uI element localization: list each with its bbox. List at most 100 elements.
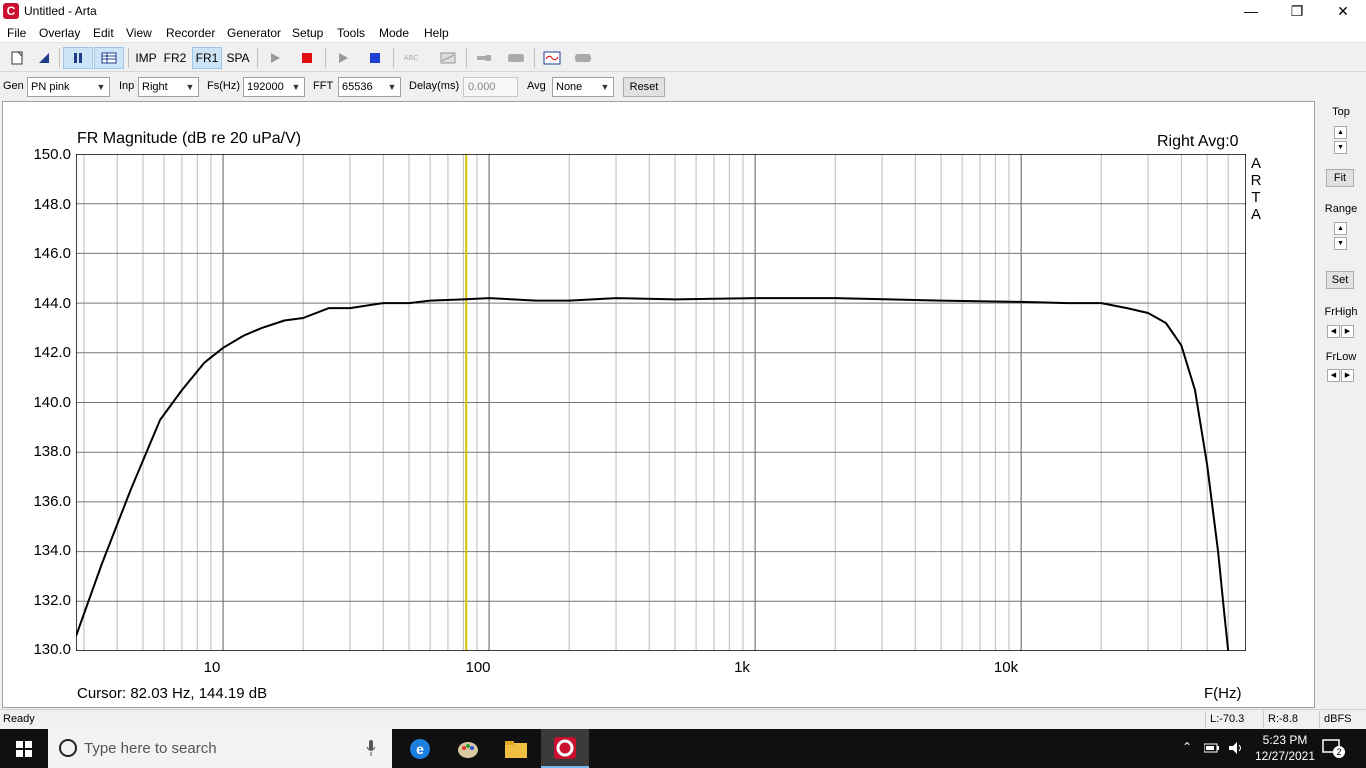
y-tick-label: 130.0 (33, 641, 71, 658)
spa-mode-button[interactable]: SPA (223, 47, 253, 69)
y-tick-label: 146.0 (33, 245, 71, 262)
arta-taskbar-icon[interactable] (541, 729, 589, 768)
title-bar: C Untitled - Arta — ❐ ✕ (0, 0, 1366, 23)
battery-icon[interactable] (1204, 742, 1220, 754)
device-icon[interactable] (504, 47, 528, 69)
clock-time: 5:23 PM (1262, 733, 1308, 747)
range-down-icon[interactable]: ▼ (1334, 237, 1347, 250)
range-label: Range (1324, 203, 1358, 215)
fr2-mode-button[interactable]: FR2 (161, 47, 189, 69)
probe-icon[interactable] (472, 47, 496, 69)
menu-generator[interactable]: Generator (227, 26, 281, 40)
menu-file[interactable]: File (7, 26, 26, 40)
menu-view[interactable]: View (126, 26, 152, 40)
frlow-label: FrLow (1325, 351, 1357, 363)
show-hidden-icons-icon[interactable]: ⌃ (1182, 740, 1192, 754)
imp-mode-button[interactable]: IMP (132, 47, 160, 69)
stop-icon[interactable] (295, 47, 319, 69)
toolbar-separator (257, 48, 258, 68)
delay-field[interactable]: 0.000 (463, 77, 518, 97)
new-file-icon[interactable] (6, 47, 28, 69)
pause-icon[interactable] (63, 47, 93, 69)
averaging-select[interactable]: None ▼ (552, 77, 614, 97)
menu-mode[interactable]: Mode (379, 26, 409, 40)
frlow-left-icon[interactable]: ◀ (1327, 369, 1340, 382)
sample-rate-select[interactable]: 192000 ▼ (243, 77, 305, 97)
chevron-down-icon: ▼ (291, 82, 301, 92)
open-file-icon[interactable] (33, 47, 55, 69)
range-up-icon[interactable]: ▲ (1334, 222, 1347, 235)
y-tick-label: 148.0 (33, 196, 71, 213)
right-control-panel: Top ▲ ▼ Fit Range ▲ ▼ Set FrHigh ◀ ▶ FrL… (1318, 101, 1366, 708)
table-view-icon[interactable] (94, 47, 124, 69)
menu-tools[interactable]: Tools (337, 26, 365, 40)
top-label: Top (1332, 106, 1350, 118)
chevron-down-icon: ▼ (387, 82, 397, 92)
file-explorer-icon[interactable] (492, 729, 540, 768)
volume-icon[interactable] (1228, 740, 1244, 756)
avg-label: Avg (527, 80, 546, 92)
generator-select[interactable]: PN pink ▼ (27, 77, 110, 97)
minimize-button[interactable]: — (1228, 0, 1274, 23)
scope-icon[interactable] (540, 47, 564, 69)
arta-letter: T (1251, 189, 1261, 206)
fft-size-select[interactable]: 65536 ▼ (338, 77, 401, 97)
toolbar-separator (325, 48, 326, 68)
y-tick-label: 132.0 (33, 592, 71, 609)
toolbar-separator (59, 48, 60, 68)
set-button[interactable]: Set (1326, 271, 1354, 289)
frequency-response-plot-area[interactable]: FR Magnitude (dB re 20 uPa/V) Right Avg:… (2, 101, 1315, 708)
x-tick-label: 10k (993, 659, 1019, 676)
frhigh-left-icon[interactable]: ◀ (1327, 325, 1340, 338)
microphone-icon[interactable] (366, 740, 376, 756)
fr-magnitude-chart[interactable] (76, 154, 1246, 651)
settings-row: Gen PN pink ▼ Inp Right ▼ Fs(Hz) 192000 ▼ F… (0, 73, 1366, 100)
reset-button[interactable]: Reset (623, 77, 665, 97)
windows-start-icon[interactable] (0, 729, 48, 768)
arta-app-icon[interactable]: C (3, 3, 19, 19)
arta-watermark: A R T A (1249, 155, 1263, 223)
fft-label: FFT (313, 80, 334, 92)
generator-stop-icon[interactable] (363, 47, 387, 69)
window-title: Untitled - Arta (24, 4, 97, 18)
top-down-icon[interactable]: ▼ (1334, 141, 1347, 154)
fit-button[interactable]: Fit (1326, 169, 1354, 187)
menu-edit[interactable]: Edit (93, 26, 114, 40)
right-level-readout: R:-8.8 (1263, 711, 1317, 728)
taskbar-clock[interactable]: 5:23 PM 12/27/2021 (1250, 732, 1320, 764)
y-tick-label: 134.0 (33, 542, 71, 559)
meter-icon[interactable] (571, 47, 595, 69)
menu-overlay[interactable]: Overlay (39, 26, 80, 40)
delay-label: Delay(ms) (409, 80, 460, 92)
input-select-value: Right (142, 81, 168, 93)
averaging-value: None (556, 81, 583, 93)
frlow-right-icon[interactable]: ▶ (1341, 369, 1354, 382)
menu-recorder[interactable]: Recorder (166, 26, 215, 40)
abc-icon[interactable]: ABC (398, 47, 424, 69)
frhigh-right-icon[interactable]: ▶ (1341, 325, 1354, 338)
toolbar-separator (128, 48, 129, 68)
edge-browser-icon[interactable]: e (396, 729, 444, 768)
svg-text:e: e (416, 741, 424, 757)
graph-icon[interactable] (436, 47, 460, 69)
chevron-down-icon: ▼ (600, 82, 610, 92)
y-tick-label: 140.0 (33, 394, 71, 411)
generator-play-icon[interactable] (331, 47, 355, 69)
x-tick-label: 1k (734, 659, 750, 676)
paint-app-icon[interactable] (444, 729, 492, 768)
top-up-icon[interactable]: ▲ (1334, 126, 1347, 139)
close-button[interactable]: ✕ (1320, 0, 1366, 23)
maximize-button[interactable]: ❐ (1274, 0, 1320, 23)
fr1-mode-button[interactable]: FR1 (192, 47, 222, 69)
clock-date: 12/27/2021 (1254, 749, 1316, 763)
play-icon[interactable] (263, 47, 287, 69)
gen-label: Gen (3, 80, 24, 92)
toolbar-separator (393, 48, 394, 68)
menu-help[interactable]: Help (424, 26, 449, 40)
input-select[interactable]: Right ▼ (138, 77, 199, 97)
menu-setup[interactable]: Setup (292, 26, 323, 40)
notifications-icon[interactable]: 2 (1322, 738, 1345, 760)
taskbar-search-box[interactable]: Type here to search (48, 729, 392, 768)
x-axis-label: F(Hz) (1204, 685, 1242, 702)
search-placeholder: Type here to search (84, 740, 217, 757)
